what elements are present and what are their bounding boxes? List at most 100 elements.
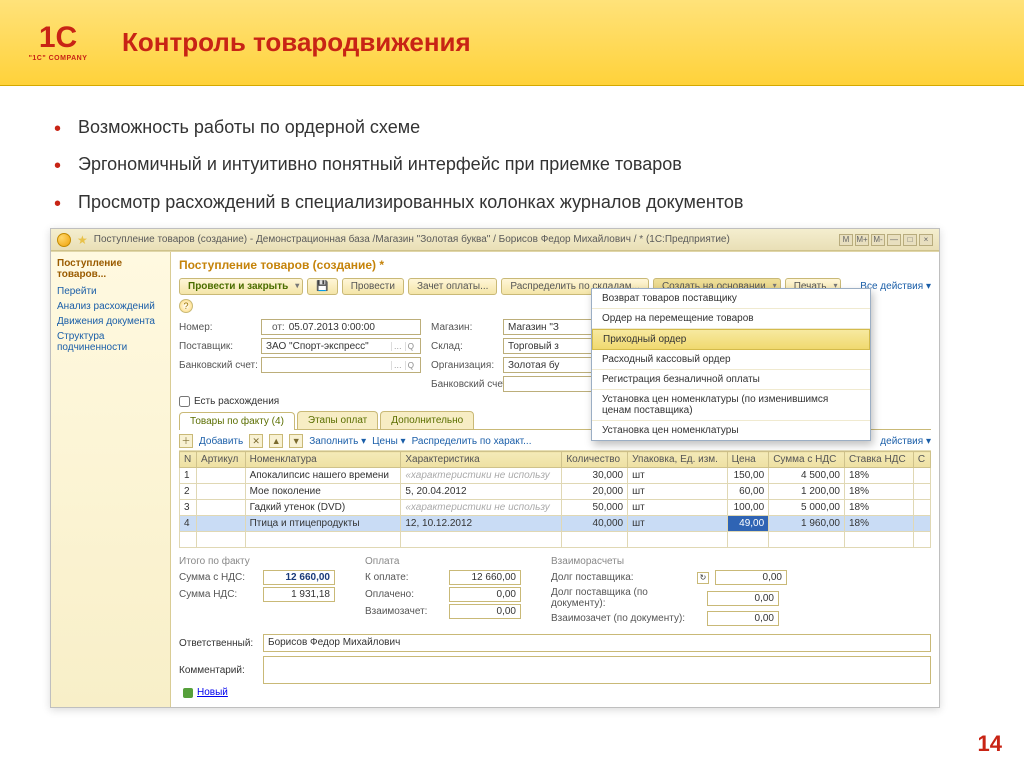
- document-title: Поступление товаров (создание) *: [179, 258, 931, 272]
- number-input[interactable]: от: 05.07.2013 0:00:00: [261, 319, 421, 335]
- fact-totals-label: Итого по факту: [179, 556, 335, 567]
- dropdown-item[interactable]: Возврат товаров поставщику: [592, 289, 870, 309]
- logo-text: 1C: [39, 23, 77, 53]
- col-price[interactable]: Цена: [727, 452, 769, 468]
- favorite-icon[interactable]: ★: [77, 233, 88, 247]
- table-row[interactable]: 2Мое поколение5, 20.04.201220,000шт60,00…: [180, 484, 931, 500]
- refresh-icon[interactable]: ↻: [697, 572, 709, 584]
- dropdown-item[interactable]: Ордер на перемещение товаров: [592, 309, 870, 329]
- offset-doc-value: 0,00: [707, 611, 779, 626]
- table-row[interactable]: 1Апокалипсис нашего времени«характеристи…: [180, 468, 931, 484]
- win-btn[interactable]: M-: [871, 234, 885, 246]
- debt-value: 0,00: [715, 570, 787, 585]
- payment-label: Оплата: [365, 556, 521, 567]
- window-buttons: M M+ M- — □ ×: [839, 234, 933, 246]
- fill-button[interactable]: Заполнить ▾: [309, 436, 366, 447]
- discrepancy-checkbox-label: Есть расхождения: [194, 396, 279, 407]
- comment-label: Комментарий:: [179, 665, 259, 676]
- move-up-icon[interactable]: ▲: [269, 434, 283, 448]
- dropdown-item[interactable]: Расходный кассовый ордер: [592, 350, 870, 370]
- bullet-item: Просмотр расхождений в специализированны…: [50, 191, 984, 214]
- page-number: 14: [978, 731, 1002, 757]
- debt-doc-value: 0,00: [707, 591, 779, 606]
- nav-link[interactable]: Структура подчиненности: [57, 331, 164, 353]
- prices-button[interactable]: Цены ▾: [372, 436, 405, 447]
- nav-link[interactable]: Анализ расхождений: [57, 301, 164, 312]
- col-article[interactable]: Артикул: [197, 452, 246, 468]
- minimize-button[interactable]: —: [887, 234, 901, 246]
- status-new-link[interactable]: Новый: [197, 687, 228, 698]
- discrepancy-checkbox-input[interactable]: [179, 396, 190, 407]
- col-unit[interactable]: Упаковка, Ед. изм.: [628, 452, 728, 468]
- supplier-input[interactable]: ЗАО "Спорт-экспресс"…Q: [261, 338, 421, 354]
- create-based-dropdown: Возврат товаров поставщику Ордер на пере…: [591, 288, 871, 441]
- nav-link[interactable]: Движения документа: [57, 316, 164, 327]
- save-button[interactable]: 💾: [307, 278, 337, 295]
- logo-subtitle: "1C" COMPANY: [29, 55, 88, 62]
- sum-with-vat-label: Сумма с НДС:: [179, 572, 257, 583]
- dropdown-item[interactable]: Регистрация безналичной оплаты: [592, 370, 870, 390]
- bullet-item: Эргономичный и интуитивно понятный интер…: [50, 153, 984, 176]
- app-orb-icon[interactable]: [57, 233, 71, 247]
- to-pay-label: К оплате:: [365, 572, 443, 583]
- close-button[interactable]: ×: [919, 234, 933, 246]
- debt-label: Долг поставщика:: [551, 572, 691, 583]
- bullet-item: Возможность работы по ордерной схеме: [50, 116, 984, 139]
- move-down-icon[interactable]: ▼: [289, 434, 303, 448]
- offset-button[interactable]: Зачет оплаты...: [408, 278, 497, 295]
- warehouse-label: Склад:: [431, 341, 493, 352]
- slide-header: 1C "1C" COMPANY Контроль товародвижения: [0, 0, 1024, 86]
- col-n[interactable]: N: [180, 452, 197, 468]
- slide-body: Возможность работы по ордерной схеме Эрг…: [0, 86, 1024, 718]
- responsible-input[interactable]: Борисов Федор Михайлович: [263, 634, 931, 652]
- table-row-selected[interactable]: 4Птица и птицепродукты12, 10.12.201240,0…: [180, 516, 931, 532]
- paid-value: 0,00: [449, 587, 521, 602]
- tab-extra[interactable]: Дополнительно: [380, 411, 474, 429]
- bankacc2-label: Банковский счет:: [431, 379, 493, 390]
- post-button[interactable]: Провести: [342, 278, 404, 295]
- win-btn[interactable]: M+: [855, 234, 869, 246]
- bankacc-input[interactable]: …Q: [261, 357, 421, 373]
- delete-row-icon[interactable]: ✕: [249, 434, 263, 448]
- debt-doc-label: Долг поставщика (по документу):: [551, 587, 701, 609]
- totals-panel: Итого по факту Сумма с НДС: 12 660,00 Сум…: [179, 548, 931, 628]
- grid-actions-button[interactable]: действия ▾: [880, 436, 931, 447]
- bankacc-label: Банковский счет:: [179, 360, 251, 371]
- bullet-list: Возможность работы по ордерной схеме Эрг…: [50, 116, 984, 214]
- dropdown-item[interactable]: Установка цен номенклатуры (по изменивши…: [592, 390, 870, 421]
- table-row[interactable]: 3Гадкий утенок (DVD)«характеристики не и…: [180, 500, 931, 516]
- maximize-button[interactable]: □: [903, 234, 917, 246]
- col-vat[interactable]: Ставка НДС: [844, 452, 913, 468]
- window-title: Поступление товаров (создание) - Демонст…: [94, 234, 730, 245]
- number-label: Номер:: [179, 322, 251, 333]
- comment-input[interactable]: [263, 656, 931, 684]
- help-icon[interactable]: ?: [179, 299, 193, 313]
- col-extra[interactable]: С: [913, 452, 930, 468]
- org-label: Организация:: [431, 360, 493, 371]
- app-titlebar: ★ Поступление товаров (создание) - Демон…: [51, 229, 939, 251]
- status-bar: Новый: [179, 684, 931, 701]
- settlements-label: Взаиморасчеты: [551, 556, 787, 567]
- goods-table[interactable]: N Артикул Номенклатура Характеристика Ко…: [179, 451, 931, 548]
- left-nav: Поступление товаров... Перейти Анализ ра…: [51, 252, 171, 707]
- col-nomenclature[interactable]: Номенклатура: [245, 452, 401, 468]
- col-sum[interactable]: Сумма с НДС: [769, 452, 845, 468]
- spread-button[interactable]: Распределить по характ...: [412, 436, 532, 447]
- logo: 1C "1C" COMPANY: [18, 13, 98, 73]
- col-qty[interactable]: Количество: [562, 452, 628, 468]
- col-characteristic[interactable]: Характеристика: [401, 452, 562, 468]
- win-btn[interactable]: M: [839, 234, 853, 246]
- dropdown-item[interactable]: Установка цен номенклатуры: [592, 421, 870, 440]
- tab-stages[interactable]: Этапы оплат: [297, 411, 378, 429]
- add-row-button[interactable]: Добавить: [199, 436, 243, 447]
- dropdown-item-selected[interactable]: Приходный ордер: [592, 329, 870, 350]
- to-pay-value: 12 660,00: [449, 570, 521, 585]
- post-and-close-button[interactable]: Провести и закрыть: [179, 278, 303, 295]
- add-row-icon[interactable]: ＋: [179, 434, 193, 448]
- table-row-empty[interactable]: [180, 532, 931, 548]
- nav-link[interactable]: Перейти: [57, 286, 164, 297]
- vat-label: Сумма НДС:: [179, 589, 257, 600]
- sum-with-vat-value: 12 660,00: [263, 570, 335, 585]
- status-flag-icon: [183, 688, 193, 698]
- tab-goods[interactable]: Товары по факту (4): [179, 412, 295, 430]
